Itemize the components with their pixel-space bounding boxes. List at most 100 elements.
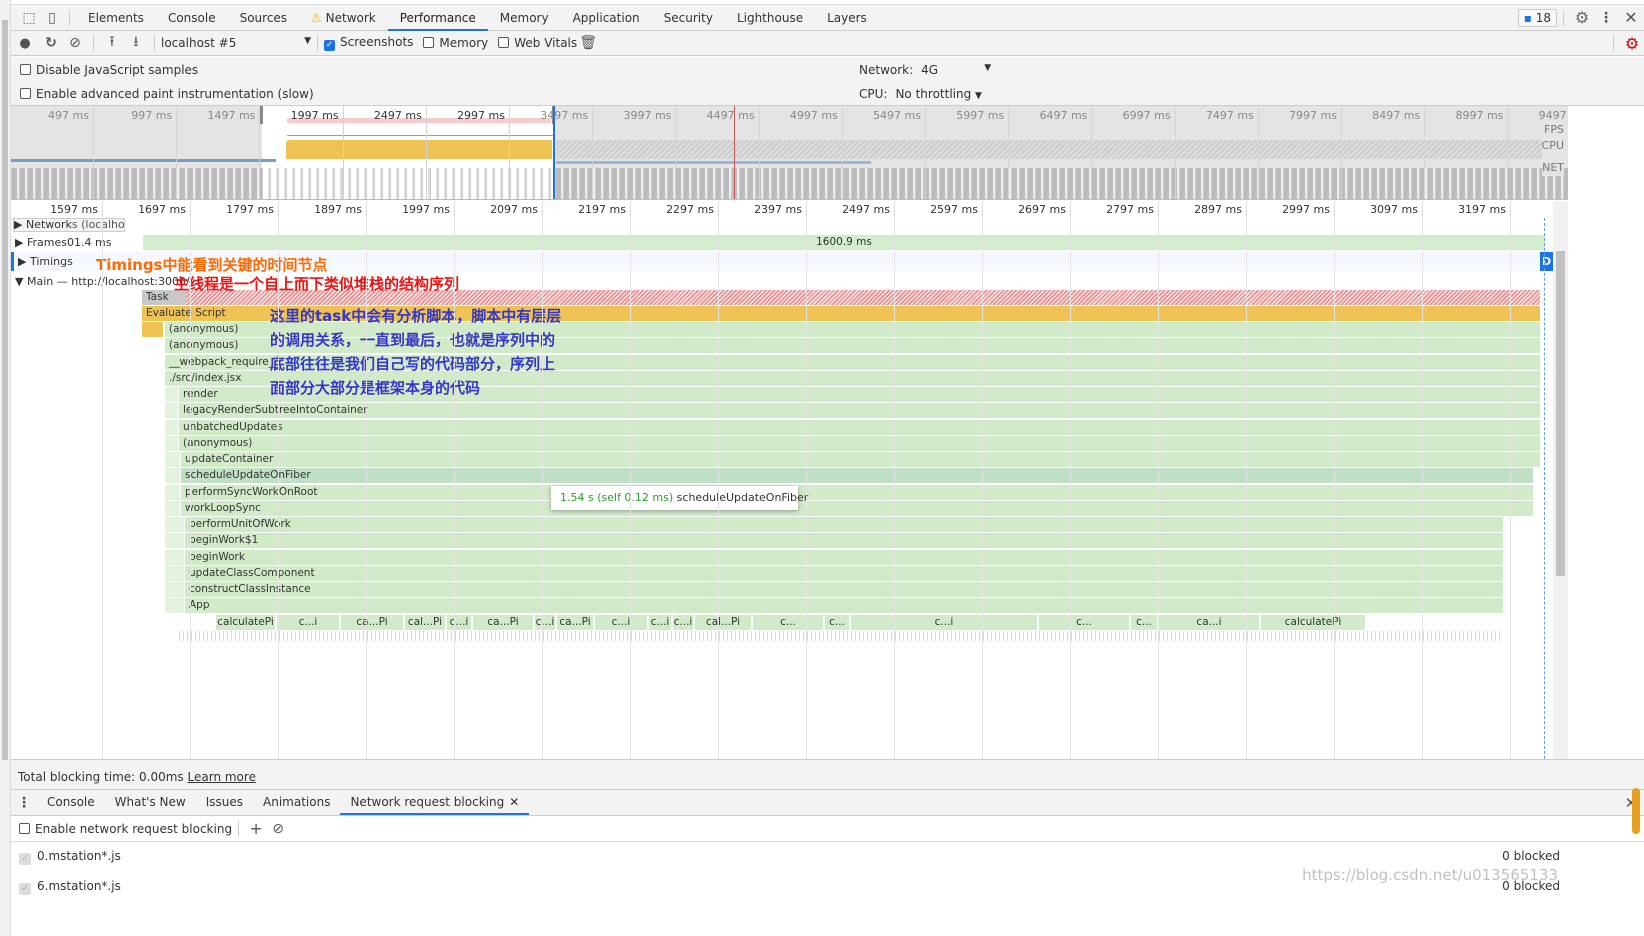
flame-scrollbar[interactable] <box>1553 201 1568 759</box>
download-profile-icon[interactable]: ⭳ <box>124 31 148 55</box>
selection-left-handle[interactable] <box>260 106 263 124</box>
flame-frame[interactable]: beginWork$1 <box>185 533 1503 549</box>
close-drawer-icon[interactable]: ✕ <box>1618 794 1644 812</box>
calculate-pi-frame[interactable]: ca...i <box>1159 615 1259 630</box>
flame-frame[interactable]: scheduleUpdateOnFiber <box>181 468 1533 484</box>
tab-console[interactable]: Console <box>156 5 228 31</box>
web-vitals-checkbox[interactable]: Web Vitals <box>498 36 577 50</box>
network-throttle-select[interactable]: 4G ▼ <box>921 63 991 77</box>
time-ruler: 1597 ms 1697 ms 1797 ms 1897 ms 1997 ms 2097 … <box>11 201 1553 218</box>
flame-frame[interactable]: constructClassInstance <box>185 582 1503 597</box>
drawer-tab-what-s-new[interactable]: What's New <box>105 790 196 815</box>
flame-frame[interactable]: beginWork <box>185 549 1503 565</box>
disable-js-samples-checkbox[interactable]: Disable JavaScript samples <box>20 63 198 77</box>
device-toolbar-icon[interactable]: ▯ <box>41 10 63 26</box>
scripting-block[interactable] <box>142 322 163 337</box>
ruler-gridline <box>1334 201 1335 218</box>
ruler-tick-label: 2597 ms <box>930 203 978 216</box>
settings-gear-icon[interactable]: ⚙ <box>1570 8 1594 27</box>
tab-memory[interactable]: Memory <box>488 5 561 31</box>
calculate-pi-frame[interactable]: c... <box>1039 615 1129 630</box>
calculate-pi-frame[interactable]: ca...Pi <box>473 615 533 630</box>
drawer-tab-network-request-blocking[interactable]: Network request blocking ✕ <box>340 790 530 815</box>
tab-performance[interactable]: Performance <box>387 5 488 31</box>
drawer-menu-icon[interactable]: ⋮ <box>11 795 37 811</box>
warning-icon: ⚠ <box>311 10 326 25</box>
overview-gridline <box>592 106 594 199</box>
flame-frame[interactable]: updateContainer <box>181 452 1540 467</box>
memory-checkbox[interactable]: Memory <box>423 36 488 50</box>
calculate-pi-frame[interactable]: c...i <box>673 615 693 630</box>
tab-application[interactable]: Application <box>561 5 652 31</box>
drawer-tab-issues[interactable]: Issues <box>196 790 253 815</box>
calculate-pi-frame[interactable]: ca...Pi <box>557 615 593 630</box>
calculate-pi-frame[interactable]: calculatePi <box>1261 615 1365 630</box>
flame-chart[interactable]: ▶ Networks (localhost) 1600.9 ms ▶ Frame… <box>11 218 1553 759</box>
calculate-pi-frame[interactable]: ca...Pi <box>341 615 403 630</box>
overview-gridline <box>176 106 178 199</box>
tab-elements[interactable]: Elements <box>76 5 156 31</box>
watermark: https://blog.csdn.net/u013565133 <box>1302 866 1558 884</box>
scrollbar-thumb[interactable] <box>1556 251 1565 576</box>
flame-frame[interactable]: legacyRenderSubtreeIntoContainer <box>179 403 1540 419</box>
overview-tick-label: 7497 ms <box>1205 109 1254 122</box>
flame-frame[interactable]: performSyncWorkOnRoot <box>181 484 1533 500</box>
close-devtools-icon[interactable]: ✕ <box>1618 8 1644 27</box>
calculate-pi-frame[interactable]: c...i <box>277 615 339 630</box>
checkbox-icon <box>20 88 31 99</box>
flame-frame[interactable]: performUnitOfWork <box>185 517 1503 532</box>
tab-layers[interactable]: Layers <box>815 5 879 31</box>
calculate-pi-frame[interactable]: c...i <box>649 615 671 630</box>
ruler-tick-label: 2097 ms <box>490 203 538 216</box>
capture-settings-gear-icon[interactable]: ⚙ <box>1620 34 1644 53</box>
inspect-element-icon[interactable]: ⬚ <box>17 10 41 26</box>
learn-more-link[interactable]: Learn more <box>188 770 256 784</box>
track-network[interactable]: ▶ Networks (localhost) <box>13 218 125 232</box>
paint-instrumentation-checkbox[interactable]: Enable advanced paint instrumentation (s… <box>20 87 314 101</box>
target-select[interactable]: localhost #5 ▼ <box>161 36 311 50</box>
tab-lighthouse[interactable]: Lighthouse <box>725 5 815 31</box>
calculate-pi-frame[interactable]: c...i <box>447 615 471 630</box>
drawer-resize-indicator[interactable] <box>1632 788 1640 834</box>
screenshots-checkbox[interactable]: ✓ Screenshots <box>324 35 413 51</box>
dcl-marker[interactable]: D <box>1540 252 1553 271</box>
calculate-pi-frame[interactable]: cal...Pi <box>695 615 751 630</box>
calculate-pi-frame[interactable]: c... <box>825 615 849 630</box>
more-options-icon[interactable]: ⋮ <box>1594 10 1618 26</box>
upload-profile-icon[interactable]: ⭱ <box>100 31 124 55</box>
calculate-pi-frame[interactable]: c...i <box>535 615 555 630</box>
timeline-overview[interactable]: FPS CPU NET 497 ms 997 ms 1497 ms 1997 ms 24… <box>11 106 1568 200</box>
drawer-tab-animations[interactable]: Animations <box>253 790 340 815</box>
calculate-pi-frame[interactable]: calculatePi <box>216 615 275 630</box>
scrollbar-thumb[interactable] <box>2 20 8 760</box>
cpu-throttle-select[interactable]: No throttling ▼ <box>895 87 982 101</box>
flame-frame[interactable]: updateClassComponent <box>185 565 1503 581</box>
left-scrollbar[interactable] <box>0 0 11 936</box>
add-pattern-icon[interactable]: + <box>245 819 267 838</box>
tab-sources[interactable]: Sources <box>228 5 299 31</box>
reload-record-icon[interactable]: ↻ <box>39 35 63 51</box>
trash-icon[interactable]: 🗑 <box>577 35 599 51</box>
enable-blocking-checkbox[interactable]: Enable network request blocking <box>19 822 232 836</box>
track-frames[interactable]: ▶ Frames01.4 ms <box>15 235 111 250</box>
tab-security[interactable]: Security <box>652 5 725 31</box>
calculate-pi-frame[interactable]: cal...Pi <box>405 615 445 630</box>
issues-badge[interactable]: ▪ 18 <box>1517 8 1557 27</box>
calculate-pi-frame[interactable]: c...i <box>595 615 647 630</box>
drawer-tab-console[interactable]: Console <box>37 790 105 815</box>
clear-icon[interactable]: ⊘ <box>63 35 87 51</box>
flame-frame[interactable]: workLoopSync <box>181 500 1533 516</box>
remove-all-icon[interactable]: ⊘ <box>267 821 289 837</box>
flame-frame[interactable]: (anonymous) <box>179 435 1540 451</box>
flame-frame[interactable]: App <box>185 598 1503 614</box>
tab-network[interactable]: ⚠ Network <box>299 5 388 31</box>
annotation-task-line: 面部分大部分是框架本身的代码 <box>270 379 481 397</box>
record-icon[interactable]: ● <box>11 36 39 51</box>
flame-frame[interactable]: unbatchedUpdates <box>179 419 1540 435</box>
close-tab-icon[interactable]: ✕ <box>509 795 519 809</box>
calculate-pi-frame[interactable]: c... <box>1131 615 1157 630</box>
pattern-checkbox[interactable]: ✓ <box>19 853 31 865</box>
calculate-pi-frame[interactable]: c... <box>753 615 823 630</box>
calculate-pi-frame[interactable]: c...i <box>851 615 1037 630</box>
pattern-checkbox[interactable]: ✓ <box>19 883 31 895</box>
